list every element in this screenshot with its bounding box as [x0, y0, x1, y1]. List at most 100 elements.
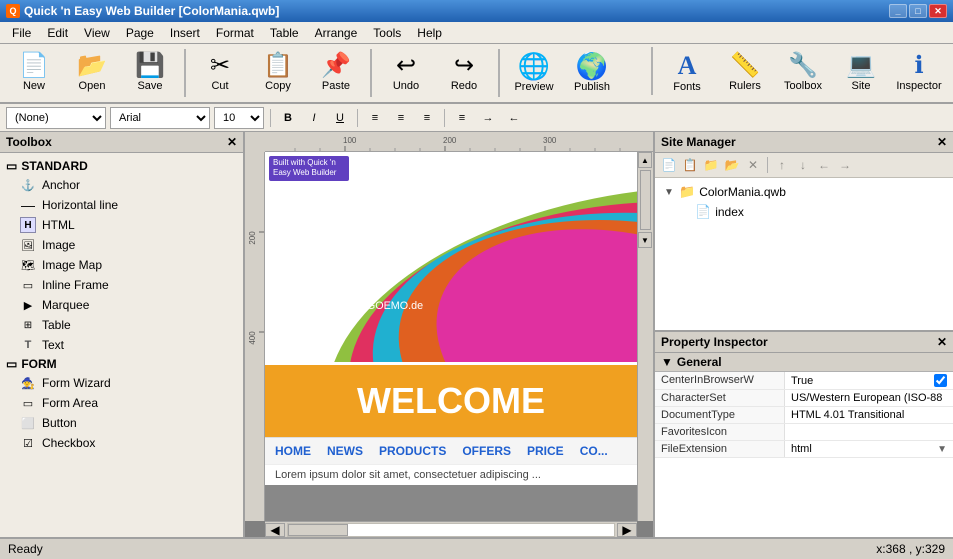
scrollbar-thumb-h[interactable] — [288, 524, 348, 536]
inspector-button[interactable]: ℹ Inspector — [891, 47, 947, 99]
toolbox-item-hline[interactable]: — Horizontal line — [0, 195, 243, 215]
save-button[interactable]: 💾 Save — [122, 47, 178, 99]
size-select[interactable]: 10 — [214, 107, 264, 129]
align-right-button[interactable]: ≡ — [416, 108, 438, 128]
align-left-button[interactable]: ≡ — [364, 108, 386, 128]
outdent-button[interactable]: ← — [503, 108, 525, 128]
redo-button[interactable]: ↪ Redo — [436, 47, 492, 99]
font-select[interactable]: Arial — [110, 107, 210, 129]
scroll-up-button[interactable]: ▲ — [638, 152, 652, 168]
menu-file[interactable]: File — [4, 24, 39, 42]
menu-insert[interactable]: Insert — [162, 24, 208, 42]
tree-index[interactable]: 📄 index — [659, 202, 949, 222]
nav-news[interactable]: NEWS — [327, 444, 363, 458]
toolbox-item-formwizard[interactable]: 🧙 Form Wizard — [0, 373, 243, 393]
sm-delete-btn[interactable]: ✕ — [743, 155, 763, 175]
nav-home[interactable]: HOME — [275, 444, 311, 458]
toolbox-item-imagemap[interactable]: 🗺 Image Map — [0, 255, 243, 275]
sm-up-btn[interactable]: ↑ — [772, 155, 792, 175]
site-button[interactable]: 💻 Site — [833, 47, 889, 99]
prop-value-0[interactable]: True — [785, 372, 953, 389]
toolbox-item-button[interactable]: ⬜ Button — [0, 413, 243, 433]
fonts-button[interactable]: A Fonts — [659, 47, 715, 99]
indent-button[interactable]: → — [477, 108, 499, 128]
toolbox-item-text[interactable]: T Text — [0, 335, 243, 355]
scrollbar-track-v[interactable] — [640, 170, 651, 230]
menu-tools[interactable]: Tools — [365, 24, 409, 42]
underline-button[interactable]: U — [329, 108, 351, 128]
toolbox-header: Toolbox ✕ — [0, 132, 243, 153]
menu-table[interactable]: Table — [262, 24, 307, 42]
scroll-right-button[interactable]: ▶ — [617, 523, 637, 537]
nav-products[interactable]: PRODUCTS — [379, 444, 446, 458]
open-button[interactable]: 📂 Open — [64, 47, 120, 99]
toolbox-item-formarea[interactable]: ▭ Form Area — [0, 393, 243, 413]
sm-page-btn[interactable]: 📄 — [659, 155, 679, 175]
scrollbar-horizontal[interactable]: ◀ ▶ — [265, 521, 637, 537]
nav-more[interactable]: CO... — [580, 444, 608, 458]
canvas-area[interactable]: 100 200 300 — [245, 132, 653, 537]
nav-price[interactable]: PRICE — [527, 444, 564, 458]
sm-right-btn[interactable]: → — [835, 155, 855, 175]
menu-edit[interactable]: Edit — [39, 24, 76, 42]
menu-view[interactable]: View — [76, 24, 118, 42]
category-form[interactable]: ▭ FORM — [0, 355, 243, 373]
bold-button[interactable]: B — [277, 108, 299, 128]
menu-help[interactable]: Help — [409, 24, 450, 42]
rulers-icon: 📏 — [730, 54, 760, 78]
rulers-label: Rulers — [729, 80, 761, 92]
sm-folder-btn[interactable]: 📁 — [701, 155, 721, 175]
marquee-label: Marquee — [42, 298, 89, 312]
publish-button[interactable]: 🌍 Publish — [564, 47, 620, 99]
menu-page[interactable]: Page — [118, 24, 162, 42]
toolbox-button[interactable]: 🔧 Toolbox — [775, 47, 831, 99]
tree-root[interactable]: ▼ 📁 ColorMania.qwb — [659, 182, 949, 202]
list-button[interactable]: ≡ — [451, 108, 473, 128]
menu-arrange[interactable]: Arrange — [307, 24, 366, 42]
toolbox-item-image[interactable]: 🖼 Image — [0, 235, 243, 255]
close-button[interactable]: ✕ — [929, 4, 947, 18]
toolbox-item-anchor[interactable]: ⚓ Anchor — [0, 175, 243, 195]
toolbox-item-checkbox[interactable]: ☑ Checkbox — [0, 433, 243, 453]
toolbox-item-marquee[interactable]: ▶ Marquee — [0, 295, 243, 315]
style-select[interactable]: (None) — [6, 107, 106, 129]
toolbox-close-button[interactable]: ✕ — [227, 135, 237, 149]
scrollbar-thumb-v[interactable] — [640, 170, 651, 230]
scroll-left-button[interactable]: ◀ — [265, 523, 285, 537]
menu-format[interactable]: Format — [208, 24, 262, 42]
undo-icon: ↩ — [396, 54, 416, 78]
prop-value-3[interactable] — [785, 424, 953, 440]
site-manager-close[interactable]: ✕ — [937, 135, 947, 149]
copy-button[interactable]: 📋 Copy — [250, 47, 306, 99]
property-inspector-close[interactable]: ✕ — [937, 335, 947, 349]
scrollbar-vertical[interactable]: ▲ ▼ — [637, 152, 653, 521]
category-form-expand-icon: ▭ — [6, 357, 17, 371]
scroll-down-button[interactable]: ▼ — [638, 232, 652, 248]
sm-down-btn[interactable]: ↓ — [793, 155, 813, 175]
toolbox-item-iframe[interactable]: ▭ Inline Frame — [0, 275, 243, 295]
cut-button[interactable]: ✂ Cut — [192, 47, 248, 99]
undo-button[interactable]: ↩ Undo — [378, 47, 434, 99]
sm-new-btn[interactable]: 📋 — [680, 155, 700, 175]
italic-button[interactable]: I — [303, 108, 325, 128]
canvas-content[interactable]: Built with Quick 'n Easy Web Builder Des… — [265, 152, 637, 521]
new-button[interactable]: 📄 New — [6, 47, 62, 99]
prop-value-4[interactable]: html ▼ — [785, 441, 953, 457]
toolbar-right: A Fonts 📏 Rulers 🔧 Toolbox 💻 Site ℹ Insp… — [647, 47, 947, 99]
align-center-button[interactable]: ≡ — [390, 108, 412, 128]
sm-file-btn[interactable]: 📂 — [722, 155, 742, 175]
maximize-button[interactable]: □ — [909, 4, 927, 18]
toolbox-item-html[interactable]: H HTML — [0, 215, 243, 235]
toolbox-item-table[interactable]: ⊞ Table — [0, 315, 243, 335]
sm-left-btn[interactable]: ← — [814, 155, 834, 175]
scrollbar-track-h[interactable] — [287, 523, 615, 537]
copy-icon: 📋 — [263, 54, 293, 78]
rulers-button[interactable]: 📏 Rulers — [717, 47, 773, 99]
nav-offers[interactable]: OFFERS — [462, 444, 511, 458]
page-canvas: Built with Quick 'n Easy Web Builder Des… — [265, 152, 637, 485]
preview-button[interactable]: 🌐 Preview — [506, 47, 562, 99]
inspector-icon: ℹ — [914, 54, 923, 78]
paste-button[interactable]: 📌 Paste — [308, 47, 364, 99]
category-standard[interactable]: ▭ STANDARD — [0, 157, 243, 175]
minimize-button[interactable]: _ — [889, 4, 907, 18]
